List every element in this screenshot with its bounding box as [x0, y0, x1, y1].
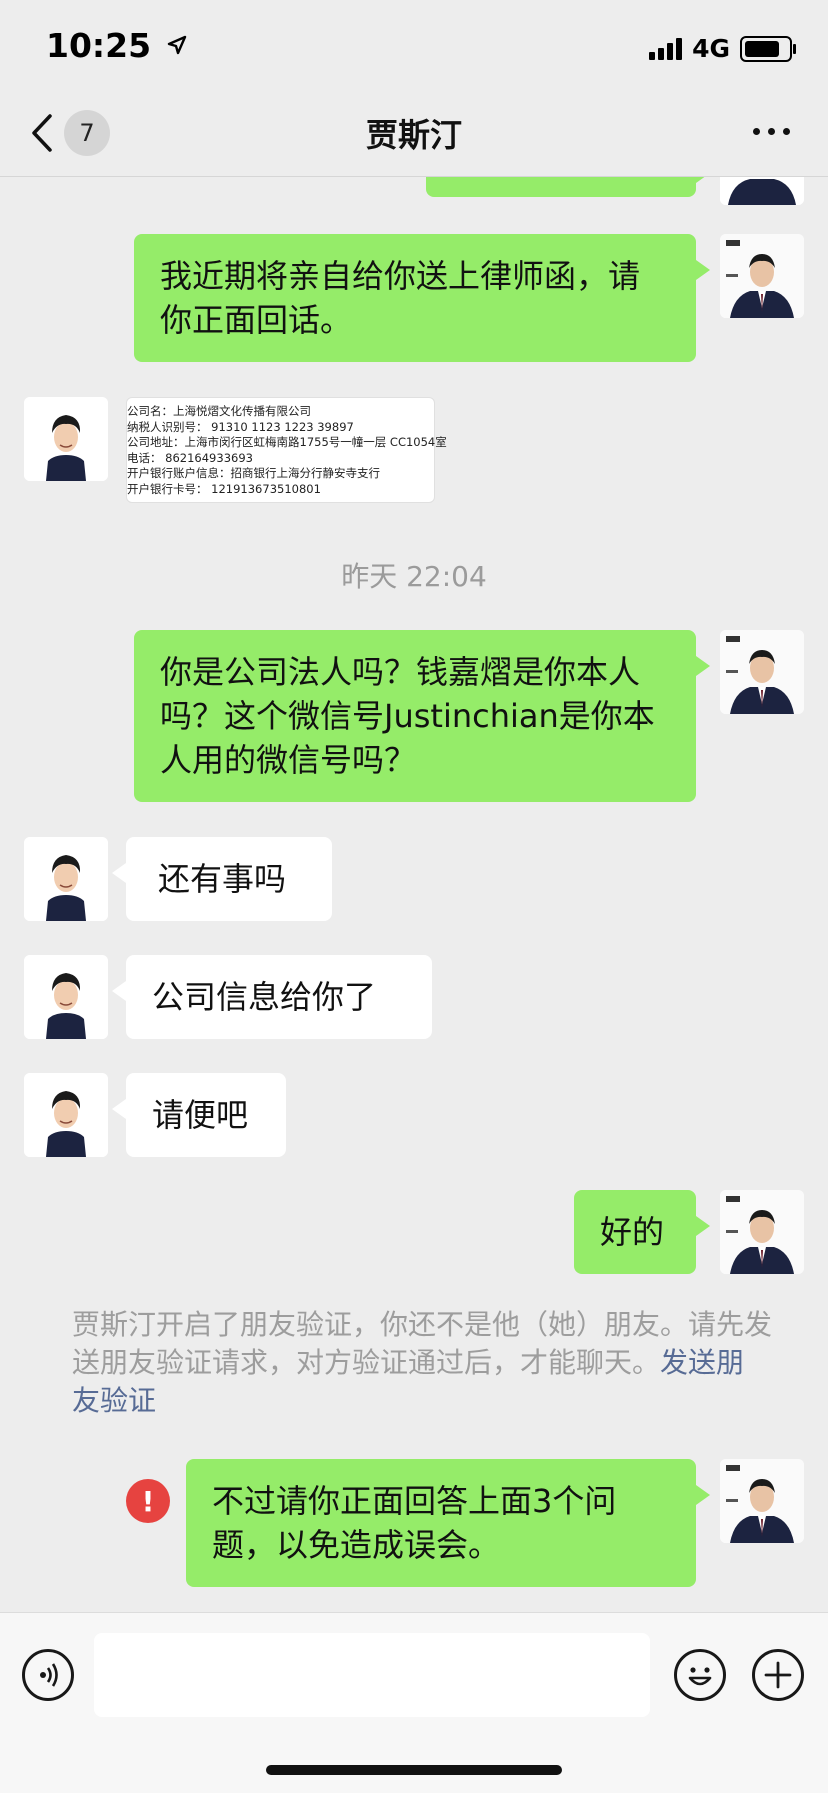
- message-text: 请便吧: [152, 1096, 249, 1134]
- input-bar: [0, 1612, 828, 1793]
- avatar-self[interactable]: [720, 1190, 804, 1274]
- message-text: 公司信息给你了: [152, 978, 377, 1016]
- message-bubble-sent[interactable]: 我近期将亲自给你送上律师函，请你正面回话。: [134, 234, 710, 362]
- message-bubble-partial: [426, 177, 710, 197]
- card-line-6: 开户银行卡号： 121913673510801: [127, 481, 321, 496]
- company-info-image[interactable]: 公司名：上海悦熠文化传播有限公司 纳税人识别号： 91310 1123 1223…: [126, 397, 447, 503]
- avatar-self[interactable]: [720, 177, 804, 205]
- message-text: 不过请你正面回答上面3个问题，以免造成误会。: [212, 1482, 617, 1564]
- network-label: 4G: [692, 34, 730, 63]
- send-failed-icon[interactable]: !: [126, 1479, 170, 1523]
- voice-icon[interactable]: [22, 1649, 74, 1701]
- card-line-3: 公司地址：上海市闵行区虹梅南路1755号一幢一层 CC1054室: [127, 435, 447, 449]
- add-icon[interactable]: [752, 1649, 804, 1701]
- message-text: 我近期将亲自给你送上律师函，请你正面回话。: [160, 257, 641, 339]
- message-bubble-sent[interactable]: 你是公司法人吗？钱嘉熠是你本人吗？这个微信号Justinchian是你本人用的微…: [134, 630, 710, 802]
- message-bubble-received[interactable]: 还有事吗: [112, 837, 332, 921]
- signal-icon: [649, 37, 683, 60]
- chat-header: 7 贾斯汀: [0, 96, 828, 177]
- more-icon[interactable]: [753, 128, 790, 135]
- card-line-2: 纳税人识别号： 91310 1123 1223 39897: [127, 419, 354, 434]
- message-text: 好的: [600, 1213, 665, 1251]
- avatar-other[interactable]: [24, 397, 108, 481]
- avatar-other[interactable]: [24, 1073, 108, 1157]
- avatar-self[interactable]: [720, 1459, 804, 1543]
- message-bubble-sent[interactable]: 不过请你正面回答上面3个问题，以免造成误会。: [186, 1459, 710, 1587]
- emoji-icon[interactable]: [674, 1649, 726, 1701]
- message-text: 你是公司法人吗？钱嘉熠是你本人吗？这个微信号Justinchian是你本人用的微…: [160, 653, 655, 779]
- avatar-other[interactable]: [24, 955, 108, 1039]
- message-bubble-sent[interactable]: 好的: [574, 1190, 710, 1274]
- chat-title: 贾斯汀: [365, 116, 462, 154]
- message-input[interactable]: [94, 1633, 650, 1717]
- message-text: 还有事吗: [158, 860, 287, 898]
- avatar-self[interactable]: [720, 234, 804, 318]
- location-arrow-icon: [167, 35, 186, 55]
- message-list[interactable]: 我近期将亲自给你送上律师函，请你正面回话。 公司名：上海悦熠文化传播有限公司 纳…: [0, 177, 828, 1612]
- system-note: 贾斯汀开启了朋友验证，你还不是他（她）朋友。请先发送朋友验证请求，对方验证通过后…: [72, 1306, 772, 1420]
- status-time: 10:25: [46, 26, 187, 65]
- card-line-4: 电话： 862164933693: [127, 450, 253, 465]
- home-indicator: [266, 1765, 562, 1775]
- battery-icon: [740, 35, 796, 62]
- message-bubble-received[interactable]: 公司信息给你了: [112, 955, 432, 1039]
- avatar-self[interactable]: [720, 630, 804, 714]
- card-line-5: 开户银行账户信息：招商银行上海分行静安寺支行: [127, 466, 380, 480]
- status-time-text: 10:25: [46, 26, 152, 65]
- message-bubble-received[interactable]: 请便吧: [112, 1073, 286, 1157]
- timestamp: 昨天 22:04: [341, 560, 487, 593]
- status-indicators: 4G: [649, 34, 796, 63]
- status-bar: 10:25 4G: [0, 0, 828, 96]
- card-line-1: 公司名：上海悦熠文化传播有限公司: [127, 404, 311, 418]
- avatar-other[interactable]: [24, 837, 108, 921]
